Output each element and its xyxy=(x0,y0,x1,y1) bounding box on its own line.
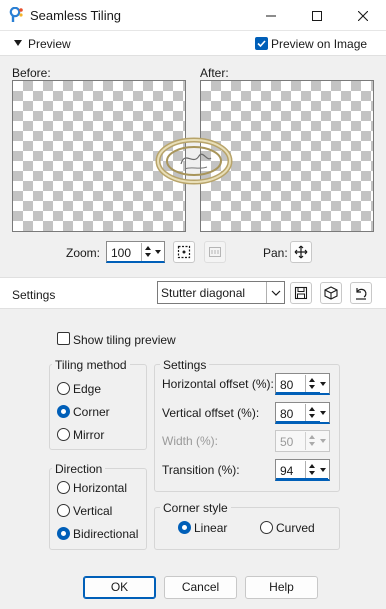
spin-down-icon[interactable] xyxy=(309,385,315,389)
vertical-offset-label: Vertical offset (%): xyxy=(162,406,260,420)
horizontal-offset-stepper[interactable] xyxy=(305,375,317,393)
direction-bidirectional-label[interactable]: Bidirectional xyxy=(73,527,138,541)
chevron-down-icon[interactable] xyxy=(320,382,326,386)
before-label: Before: xyxy=(12,66,51,80)
save-preset-icon xyxy=(294,286,308,300)
show-tiling-preview-checkbox[interactable] xyxy=(57,332,70,345)
checkmark-icon xyxy=(257,40,266,48)
chevron-down-icon xyxy=(155,250,161,254)
cancel-button[interactable]: Cancel xyxy=(164,576,237,599)
reset-default-button[interactable] xyxy=(350,282,372,304)
transition-value[interactable]: 94 xyxy=(280,464,293,478)
direction-label: Direction xyxy=(52,462,106,476)
corner-style-linear-label[interactable]: Linear xyxy=(194,521,227,535)
settings-group-label: Settings xyxy=(160,358,210,372)
preview-on-image-label[interactable]: Preview on Image xyxy=(271,37,367,51)
zoom-actual-size-button[interactable] xyxy=(204,241,226,263)
direction-bidirectional-radio[interactable] xyxy=(57,527,70,540)
paintshop-app-icon xyxy=(9,6,25,23)
chevron-down-icon[interactable] xyxy=(320,468,326,472)
collapse-caret-icon[interactable] xyxy=(14,40,22,46)
width-stepper xyxy=(305,432,317,450)
horizontal-offset-label: Horizontal offset (%): xyxy=(162,377,274,391)
spin-down-icon[interactable] xyxy=(309,471,315,475)
chevron-down-icon[interactable] xyxy=(320,411,326,415)
pan-button[interactable] xyxy=(290,241,312,263)
chevron-down-icon xyxy=(320,439,326,443)
after-label: After: xyxy=(200,66,229,80)
spin-up-icon xyxy=(309,435,315,439)
horizontal-offset-value[interactable]: 80 xyxy=(280,378,293,392)
zoom-fit-button[interactable] xyxy=(173,241,195,263)
direction-horizontal-label[interactable]: Horizontal xyxy=(73,481,127,495)
direction-vertical-radio[interactable] xyxy=(57,504,70,517)
spin-up-icon[interactable] xyxy=(145,246,151,250)
zoom-dropdown-button[interactable] xyxy=(153,246,163,258)
save-preset-button[interactable] xyxy=(290,282,312,304)
transition-label: Transition (%): xyxy=(162,463,240,477)
zoom-label: Zoom: xyxy=(66,246,101,260)
spin-down-icon[interactable] xyxy=(309,414,315,418)
manage-presets-icon xyxy=(324,286,338,300)
reset-default-icon xyxy=(356,288,367,300)
maximize-icon xyxy=(312,10,322,21)
zoom-value[interactable]: 100 xyxy=(111,246,131,260)
manage-presets-button[interactable] xyxy=(320,282,342,304)
zoom-actual-icon xyxy=(209,247,221,257)
transition-slider[interactable] xyxy=(276,478,328,481)
corner-style-label: Corner style xyxy=(160,501,231,515)
chevron-down-icon xyxy=(271,290,280,296)
horizontal-offset-slider[interactable] xyxy=(276,392,320,395)
show-tiling-preview-label[interactable]: Show tiling preview xyxy=(73,333,176,347)
width-value: 50 xyxy=(280,435,294,449)
tiling-method-edge-label[interactable]: Edge xyxy=(73,382,101,396)
direction-horizontal-radio[interactable] xyxy=(57,481,70,494)
tiling-method-label: Tiling method xyxy=(52,358,130,372)
preset-dropdown-button[interactable] xyxy=(266,282,284,303)
transition-stepper[interactable] xyxy=(305,461,317,479)
preview-on-image-checkbox[interactable] xyxy=(255,37,268,50)
spin-down-icon xyxy=(309,442,315,446)
close-icon xyxy=(358,10,368,21)
tiling-method-mirror-radio[interactable] xyxy=(57,428,70,441)
vertical-offset-value[interactable]: 80 xyxy=(280,407,293,421)
preview-section-label: Preview xyxy=(28,37,71,51)
spin-down-icon[interactable] xyxy=(145,253,151,257)
spin-up-icon[interactable] xyxy=(309,378,315,382)
corner-style-curved-label[interactable]: Curved xyxy=(276,521,315,535)
tiling-method-corner-radio[interactable] xyxy=(57,405,70,418)
help-button[interactable]: Help xyxy=(245,576,318,599)
spin-up-icon[interactable] xyxy=(309,407,315,411)
corner-style-curved-radio[interactable] xyxy=(260,521,273,534)
tiling-method-corner-label[interactable]: Corner xyxy=(73,405,110,419)
tiling-method-edge-radio[interactable] xyxy=(57,382,70,395)
ring-ornament-image xyxy=(155,136,233,186)
direction-vertical-label[interactable]: Vertical xyxy=(73,504,112,518)
maximize-button[interactable] xyxy=(294,0,340,31)
vertical-offset-stepper[interactable] xyxy=(305,404,317,422)
ok-button[interactable]: OK xyxy=(83,576,156,599)
spin-up-icon[interactable] xyxy=(309,464,315,468)
close-button[interactable] xyxy=(340,0,386,31)
minimize-button[interactable] xyxy=(248,0,294,31)
minimize-icon xyxy=(266,15,276,16)
settings-label: Settings xyxy=(12,288,56,302)
corner-style-linear-radio[interactable] xyxy=(178,521,191,534)
preset-value[interactable]: Stutter diagonal xyxy=(161,286,245,300)
window-title: Seamless Tiling xyxy=(30,8,122,23)
pan-label: Pan: xyxy=(263,246,288,260)
pan-move-icon xyxy=(294,245,308,259)
vertical-offset-slider[interactable] xyxy=(276,421,320,424)
tiling-method-mirror-label[interactable]: Mirror xyxy=(73,428,104,442)
width-label: Width (%): xyxy=(162,434,219,448)
zoom-fit-icon xyxy=(177,245,191,259)
